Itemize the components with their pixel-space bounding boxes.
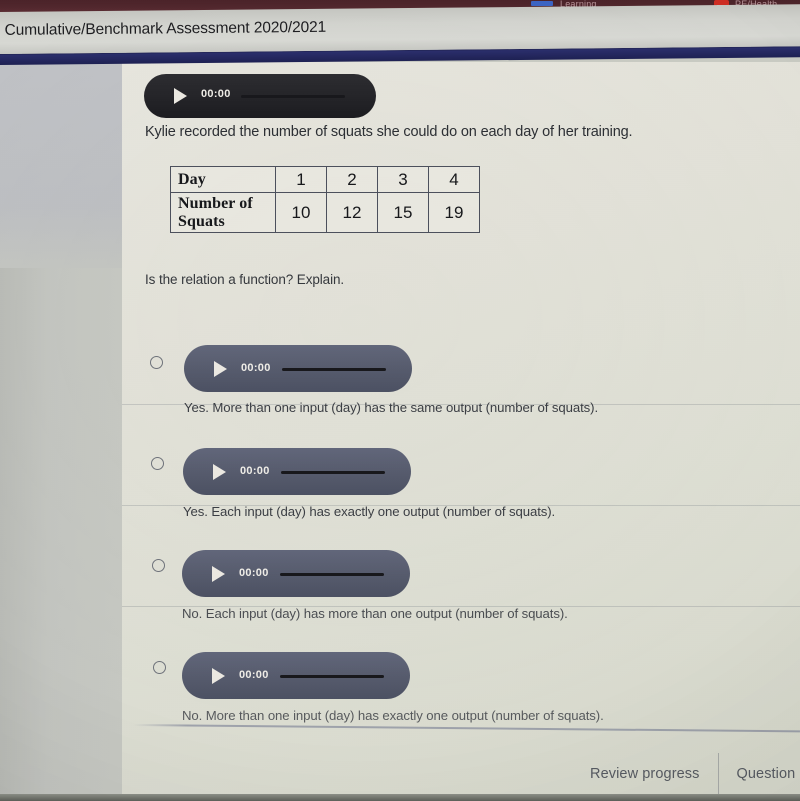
- page-body: 00:00 Kylie recorded the number of squat…: [0, 62, 800, 801]
- play-icon[interactable]: [212, 668, 225, 684]
- footer-divider-rule: [133, 724, 800, 732]
- screenshot-root: Learning PE/Health : Cumulative/Benchmar…: [0, 0, 800, 801]
- play-icon[interactable]: [214, 361, 227, 377]
- table-cell-squats-4: 19: [428, 192, 480, 233]
- answer-option-4-label[interactable]: No. More than one input (day) has exactl…: [182, 708, 604, 723]
- window-titlebar: : Cumulative/Benchmark Assessment 2020/2…: [0, 4, 800, 54]
- question-stem: Is the relation a function? Explain.: [145, 272, 345, 287]
- prompt-audio-time: 00:00: [201, 88, 231, 100]
- table-cell-squats-3: 15: [377, 192, 429, 233]
- audio-progress-track[interactable]: [280, 573, 384, 576]
- screen-bottom-edge: [0, 794, 800, 801]
- audio-progress-track[interactable]: [280, 675, 384, 678]
- table-row-header-squats: Number of Squats: [170, 192, 276, 233]
- option-1-audio-time: 00:00: [241, 362, 271, 374]
- option-4-audio-player[interactable]: 00:00: [182, 652, 410, 699]
- table-row: Number of Squats 10 12 15 19: [170, 192, 480, 233]
- left-sidebar-rail: [0, 62, 122, 801]
- radio-button-option-4[interactable]: [153, 661, 166, 674]
- squats-data-table: Day 1 2 3 4 Number of Squats 10 12 15 19: [170, 166, 480, 233]
- table-row: Day 1 2 3 4: [170, 166, 480, 193]
- question-nav-button[interactable]: Question: [719, 766, 800, 782]
- answer-option-1[interactable]: 00:00 Yes. More than one input (day) has…: [122, 304, 800, 415]
- option-2-audio-player[interactable]: 00:00: [183, 448, 411, 495]
- table-cell-day-1: 1: [275, 166, 327, 193]
- play-icon[interactable]: [212, 566, 225, 582]
- audio-progress-track[interactable]: [282, 368, 386, 371]
- question-sheet: 00:00 Kylie recorded the number of squat…: [122, 62, 800, 801]
- option-4-audio-time: 00:00: [239, 669, 269, 681]
- window-title: : Cumulative/Benchmark Assessment 2020/2…: [0, 18, 327, 39]
- footer-toolbar: Review progress Question: [572, 750, 800, 798]
- radio-button-option-3[interactable]: [152, 559, 165, 572]
- option-3-audio-player[interactable]: 00:00: [182, 550, 410, 597]
- prompt-text: Kylie recorded the number of squats she …: [145, 124, 633, 140]
- play-icon[interactable]: [213, 464, 226, 480]
- table-cell-squats-1: 10: [275, 192, 327, 233]
- answer-option-4[interactable]: 00:00 No. More than one input (day) has …: [122, 607, 800, 723]
- option-2-audio-time: 00:00: [240, 465, 270, 477]
- answer-option-2[interactable]: 00:00 Yes. Each input (day) has exactly …: [122, 405, 800, 519]
- tab-favicon-icon: [531, 1, 553, 6]
- option-3-audio-time: 00:00: [239, 567, 269, 579]
- review-progress-button[interactable]: Review progress: [572, 766, 718, 782]
- table-cell-squats-2: 12: [326, 192, 378, 233]
- table-cell-day-4: 4: [428, 166, 480, 193]
- play-icon[interactable]: [174, 88, 187, 104]
- radio-button-option-1[interactable]: [150, 356, 163, 369]
- table-row-header-day: Day: [170, 166, 276, 193]
- audio-progress-track[interactable]: [241, 95, 345, 98]
- audio-progress-track[interactable]: [281, 471, 385, 474]
- answer-options-list: 00:00 Yes. More than one input (day) has…: [122, 304, 800, 723]
- table-cell-day-2: 2: [326, 166, 378, 193]
- option-1-audio-player[interactable]: 00:00: [184, 345, 412, 392]
- radio-button-option-2[interactable]: [151, 457, 164, 470]
- answer-option-3[interactable]: 00:00 No. Each input (day) has more than…: [122, 506, 800, 621]
- table-cell-day-3: 3: [377, 166, 429, 193]
- left-sidebar-panel: [0, 62, 122, 268]
- prompt-audio-player[interactable]: 00:00: [144, 74, 376, 118]
